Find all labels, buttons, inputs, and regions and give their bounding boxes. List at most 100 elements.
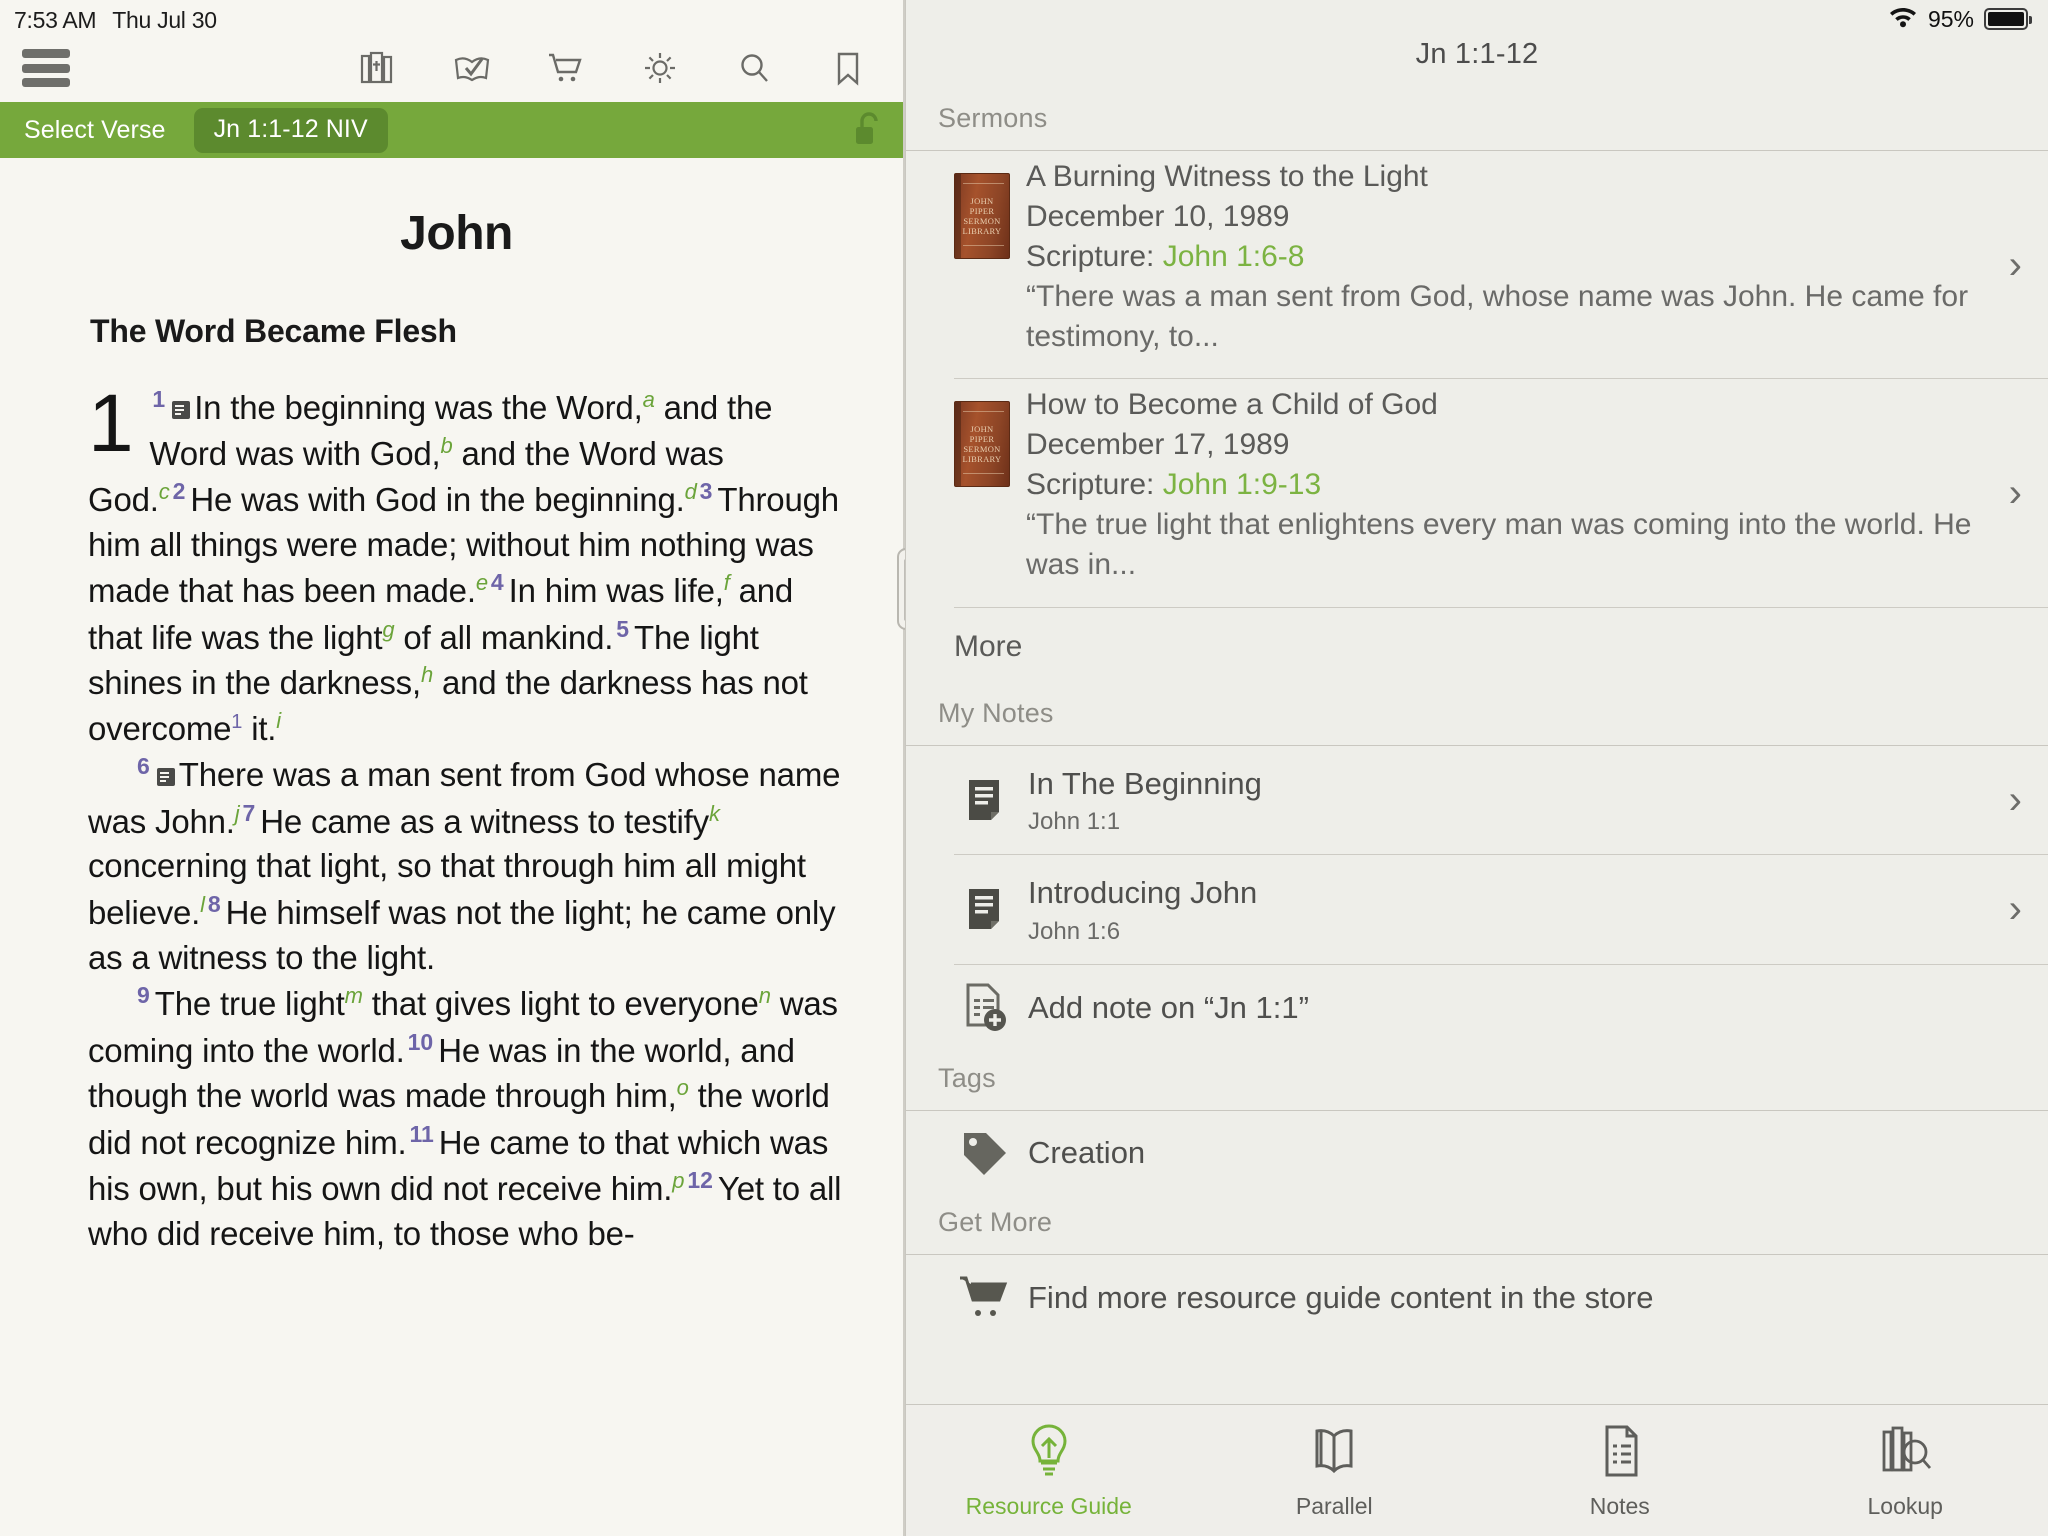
tab-label: Parallel — [1295, 1492, 1373, 1519]
section-heading: The Word Became Flesh — [90, 313, 457, 349]
verse-text: of all mankind. — [394, 618, 614, 656]
footnote-marker[interactable]: p — [672, 1168, 684, 1193]
footnote-marker[interactable]: l — [200, 892, 205, 917]
note-reference: John 1:6 — [1028, 917, 1121, 945]
drop-cap-chapter-number: 1 — [88, 378, 134, 469]
note-list-item[interactable]: Introducing John John 1:6 › — [906, 855, 2048, 963]
hamburger-line — [22, 49, 70, 58]
verse-text: In the beginning was the Word, — [194, 389, 643, 426]
note-title: In The Beginning — [1028, 765, 1262, 801]
sermon-title: A Burning Witness to the Light — [1026, 160, 1428, 193]
add-note-icon — [954, 983, 1016, 1033]
row-details: Creation — [1016, 1135, 2022, 1171]
verse-number[interactable]: 2 — [173, 478, 186, 504]
tab-notes[interactable]: Notes — [1477, 1422, 1763, 1520]
tab-resource-guide[interactable]: Resource Guide — [906, 1422, 1192, 1520]
verse-number[interactable]: 9 — [137, 982, 150, 1008]
chevron-right-icon[interactable]: › — [1999, 780, 2022, 820]
verse-text: that gives light to everyone — [362, 985, 759, 1023]
footnote-marker[interactable]: c — [159, 479, 170, 504]
footnote-marker[interactable]: j — [235, 801, 240, 826]
tab-parallel[interactable]: Parallel — [1192, 1422, 1478, 1520]
bottom-tab-bar: Resource Guide Parallel Notes Lookup — [906, 1404, 2048, 1536]
footnote-marker[interactable]: e — [476, 570, 488, 595]
sermon-excerpt: “The true light that enlightens every ma… — [1026, 508, 1972, 582]
scripture-reference-link[interactable]: John 1:9-13 — [1163, 468, 1321, 501]
section-header-tags: Tags — [938, 1062, 996, 1093]
sermon-list-item[interactable]: JOHN PIPER SERMON LIBRARY How to Become a Ch… — [906, 379, 2048, 606]
book-cover-line: JOHN — [970, 195, 994, 206]
wifi-icon — [1888, 4, 1918, 34]
footnote-marker[interactable]: h — [421, 662, 433, 687]
chevron-right-icon[interactable]: › — [1999, 889, 2022, 929]
footnote-marker[interactable]: o — [677, 1075, 689, 1100]
page-title: John — [400, 207, 513, 260]
footnote-marker[interactable]: n — [759, 983, 771, 1008]
verse-reference-chip[interactable]: Jn 1:1-12 NIV — [193, 107, 388, 153]
footnote-marker[interactable]: m — [345, 983, 363, 1008]
search-icon[interactable] — [733, 47, 775, 89]
sermon-list-item[interactable]: JOHN PIPER SERMON LIBRARY A Burning Witness … — [906, 151, 2048, 378]
verse-number[interactable]: 5 — [616, 616, 629, 642]
verse-number[interactable]: 8 — [208, 891, 221, 917]
verse-number[interactable]: 11 — [409, 1121, 433, 1147]
bible-paragraph: 9 The true lightm that gives light to eve… — [88, 980, 845, 1256]
document-icon — [1593, 1422, 1647, 1485]
section-body: In The Beginning John 1:1 › Introducing Joh… — [906, 744, 2048, 1051]
bookmark-icon[interactable] — [827, 47, 869, 89]
select-verse-bar: Select Verse Jn 1:1-12 NIV — [0, 102, 905, 158]
footnote-marker[interactable]: d — [685, 479, 697, 504]
tab-lookup[interactable]: Lookup — [1763, 1422, 2048, 1520]
more-sermons-button[interactable]: More — [906, 608, 2048, 686]
library-icon[interactable] — [357, 47, 399, 89]
tag-list-item[interactable]: Creation — [906, 1111, 2048, 1195]
store-link-item[interactable]: Find more resource guide content in the … — [906, 1255, 2048, 1341]
book-cover-line: SERMON — [963, 216, 1001, 226]
verse-number[interactable]: 3 — [700, 478, 713, 504]
unlock-icon[interactable] — [849, 108, 889, 152]
book-cover-thumbnail: JOHN PIPER SERMON LIBRARY — [954, 173, 1010, 259]
verse-text: He came as a witness to testify — [260, 802, 709, 840]
chevron-right-icon[interactable]: › — [1999, 245, 2022, 285]
store-cart-icon[interactable] — [545, 47, 587, 89]
verse-number[interactable]: 10 — [408, 1029, 434, 1055]
battery-icon — [1984, 8, 2032, 30]
footnote-marker[interactable]: k — [709, 801, 720, 826]
verse-text: it. — [242, 709, 277, 747]
note-details: Introducing John John 1:6 — [1016, 873, 1999, 945]
status-time: 7:53 AM — [14, 6, 97, 33]
hamburger-menu-button[interactable] — [22, 49, 70, 87]
book-cover-line: JOHN — [970, 424, 994, 435]
note-list-item[interactable]: Add note on “Jn 1:1” — [906, 965, 2048, 1051]
note-title: Add note on “Jn 1:1” — [1028, 989, 1309, 1025]
verse-number[interactable]: 1 — [152, 386, 165, 412]
reading-plan-icon[interactable] — [451, 47, 493, 89]
tab-label: Resource Guide — [965, 1492, 1132, 1519]
verse-number[interactable]: 6 — [137, 753, 150, 779]
bible-paragraph: 1 1 In the beginning was the Word,a and th… — [88, 378, 845, 751]
hamburger-line — [22, 78, 70, 87]
footnote-marker[interactable]: a — [643, 387, 655, 412]
pane-resize-handle[interactable] — [897, 548, 905, 630]
footnote-marker[interactable]: i — [276, 708, 281, 733]
footnote-marker[interactable]: g — [382, 617, 394, 642]
verse-number[interactable]: 7 — [242, 800, 255, 826]
note-list-item[interactable]: In The Beginning John 1:1 › — [906, 746, 2048, 854]
bible-text-area[interactable]: John The Word Became Flesh 1 1 In the begi… — [0, 158, 905, 1536]
scripture-reference-link[interactable]: John 1:6-8 — [1163, 240, 1305, 273]
footnote-marker[interactable]: b — [440, 433, 452, 458]
tag-icon — [954, 1129, 1016, 1177]
gear-icon[interactable] — [639, 47, 681, 89]
sermon-scripture: Scripture: John 1:6-8 — [1026, 239, 1305, 273]
status-date: Thu Jul 30 — [112, 6, 217, 33]
verse-note-icon[interactable] — [170, 389, 194, 426]
battery-percent: 95% — [1927, 5, 1974, 32]
book-cover-thumbnail: JOHN PIPER SERMON LIBRARY — [954, 401, 1010, 488]
verse-number[interactable]: 12 — [687, 1167, 713, 1193]
top-toolbar — [0, 34, 905, 102]
resource-guide-list[interactable]: Sermons JOHN PIPER SERMON LIBRARY A Burning W… — [906, 91, 2048, 1404]
verse-note-icon[interactable] — [155, 756, 179, 793]
footnote-number[interactable]: 1 — [231, 711, 242, 733]
verse-number[interactable]: 4 — [491, 569, 504, 595]
chevron-right-icon[interactable]: › — [1999, 473, 2022, 513]
